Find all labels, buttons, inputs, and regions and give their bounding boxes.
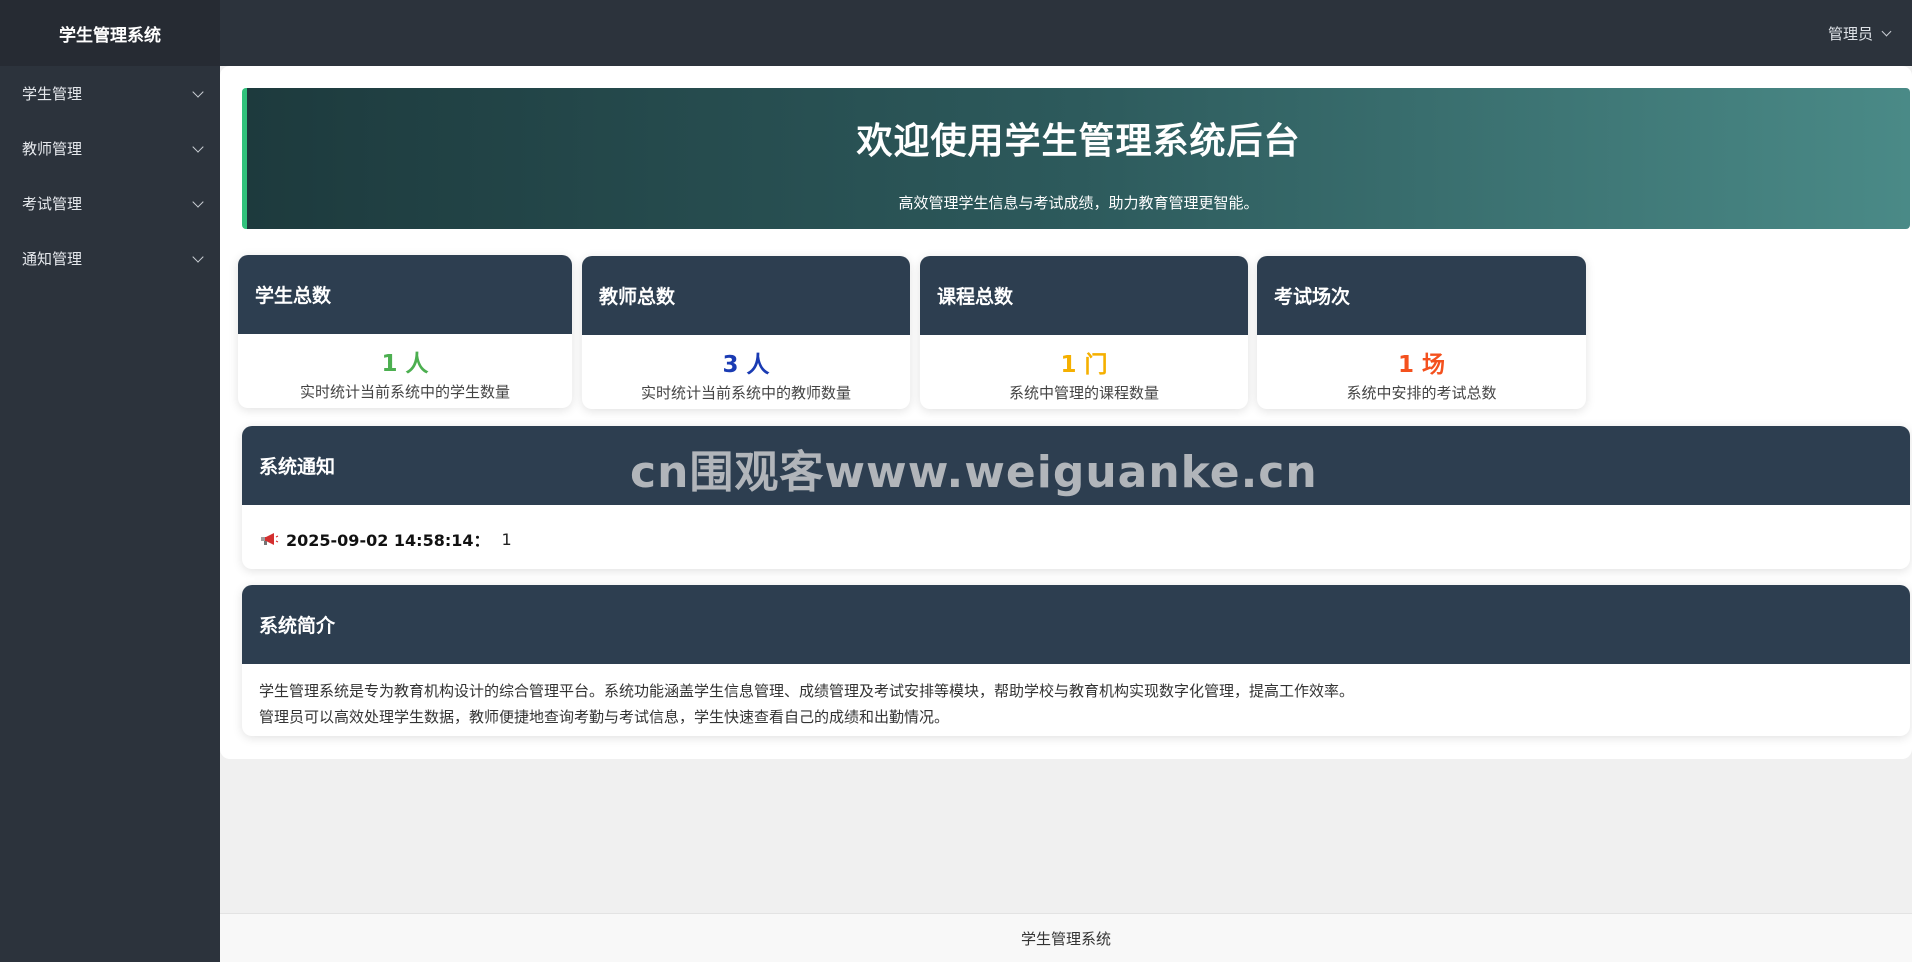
chevron-down-icon (192, 140, 204, 153)
stat-card-teachers: 教师总数 3 人 实时统计当前系统中的教师数量 (582, 256, 910, 409)
sidebar: 学生管理系统 学生管理 教师管理 考试管理 通知管理 (0, 0, 220, 962)
sidebar-item-label: 学生管理 (22, 85, 83, 103)
notice-panel: 系统通知 cn围观客www.weiguanke.cn 2025-09-02 14… (242, 426, 1910, 569)
stat-card-desc: 系统中安排的考试总数 (1346, 384, 1497, 402)
stat-card-desc: 实时统计当前系统中的学生数量 (299, 383, 510, 401)
stat-card-exams: 考试场次 1 场 系统中安排的考试总数 (1257, 256, 1586, 409)
top-bar: 管理员 (220, 0, 1912, 66)
intro-body: 学生管理系统是专为教育机构设计的综合管理平台。系统功能涵盖学生信息管理、成绩管理… (242, 664, 1910, 736)
chevron-down-icon (192, 195, 204, 208)
stat-card-value: 3 人 (722, 352, 770, 378)
chevron-down-icon (1881, 26, 1892, 36)
main-content: 欢迎使用学生管理系统后台 高效管理学生信息与考试成绩，助力教育管理更智能。 学生… (220, 66, 1912, 759)
stat-card-desc: 系统中管理的课程数量 (1008, 384, 1159, 402)
stat-card-students: 学生总数 1 人 实时统计当前系统中的学生数量 (238, 255, 572, 408)
stat-card-title: 教师总数 (582, 256, 910, 335)
stat-card-title: 课程总数 (920, 256, 1248, 335)
intro-line: 学生管理系统是专为教育机构设计的综合管理平台。系统功能涵盖学生信息管理、成绩管理… (259, 682, 1355, 700)
banner-title: 欢迎使用学生管理系统后台 (856, 121, 1301, 162)
app-brand[interactable]: 学生管理系统 (0, 0, 220, 66)
user-menu-dropdown[interactable]: 管理员 (1827, 23, 1892, 44)
stat-card-title: 学生总数 (238, 255, 572, 334)
sidebar-item-label: 教师管理 (22, 140, 83, 158)
user-menu-label: 管理员 (1827, 24, 1873, 43)
stat-card-value: 1 人 (381, 351, 429, 377)
sidebar-item-label: 通知管理 (22, 250, 83, 268)
intro-line: 管理员可以高效处理学生数据，教师便捷地查询考勤与考试信息，学生快速查看自己的成绩… (259, 708, 950, 726)
chevron-down-icon (192, 85, 204, 98)
stat-card-desc: 实时统计当前系统中的教师数量 (640, 384, 851, 402)
intro-panel-header: 系统简介 (242, 585, 1910, 664)
notice-item: 2025-09-02 14:58:14： 1 (242, 505, 1910, 551)
stat-card-value: 1 场 (1397, 352, 1445, 378)
sidebar-item-notice-management[interactable]: 通知管理 (0, 231, 220, 286)
sidebar-item-label: 考试管理 (22, 195, 83, 213)
stat-card-value: 1 门 (1060, 352, 1108, 378)
system-intro-panel: 系统简介 学生管理系统是专为教育机构设计的综合管理平台。系统功能涵盖学生信息管理… (242, 585, 1910, 736)
banner-subtitle: 高效管理学生信息与考试成绩，助力教育管理更智能。 (898, 194, 1259, 212)
notice-panel-header: 系统通知 cn围观客www.weiguanke.cn (242, 426, 1910, 505)
welcome-banner: 欢迎使用学生管理系统后台 高效管理学生信息与考试成绩，助力教育管理更智能。 (242, 88, 1910, 229)
page-footer: 学生管理系统 (220, 913, 1912, 962)
sidebar-item-student-management[interactable]: 学生管理 (0, 66, 220, 121)
chevron-down-icon (192, 250, 204, 263)
megaphone-icon (261, 533, 279, 545)
stat-card-courses: 课程总数 1 门 系统中管理的课程数量 (920, 256, 1248, 409)
section-title: 系统通知 (259, 456, 336, 478)
sidebar-item-teacher-management[interactable]: 教师管理 (0, 121, 220, 176)
footer-text: 学生管理系统 (1020, 929, 1111, 948)
stat-card-title: 考试场次 (1257, 256, 1586, 335)
notice-time: 2025-09-02 14:58:14： (286, 531, 490, 550)
notice-text: 1 (501, 529, 512, 549)
sidebar-item-exam-management[interactable]: 考试管理 (0, 176, 220, 231)
section-title: 系统简介 (259, 615, 336, 637)
watermark-text: cn围观客www.weiguanke.cn (630, 447, 1318, 498)
